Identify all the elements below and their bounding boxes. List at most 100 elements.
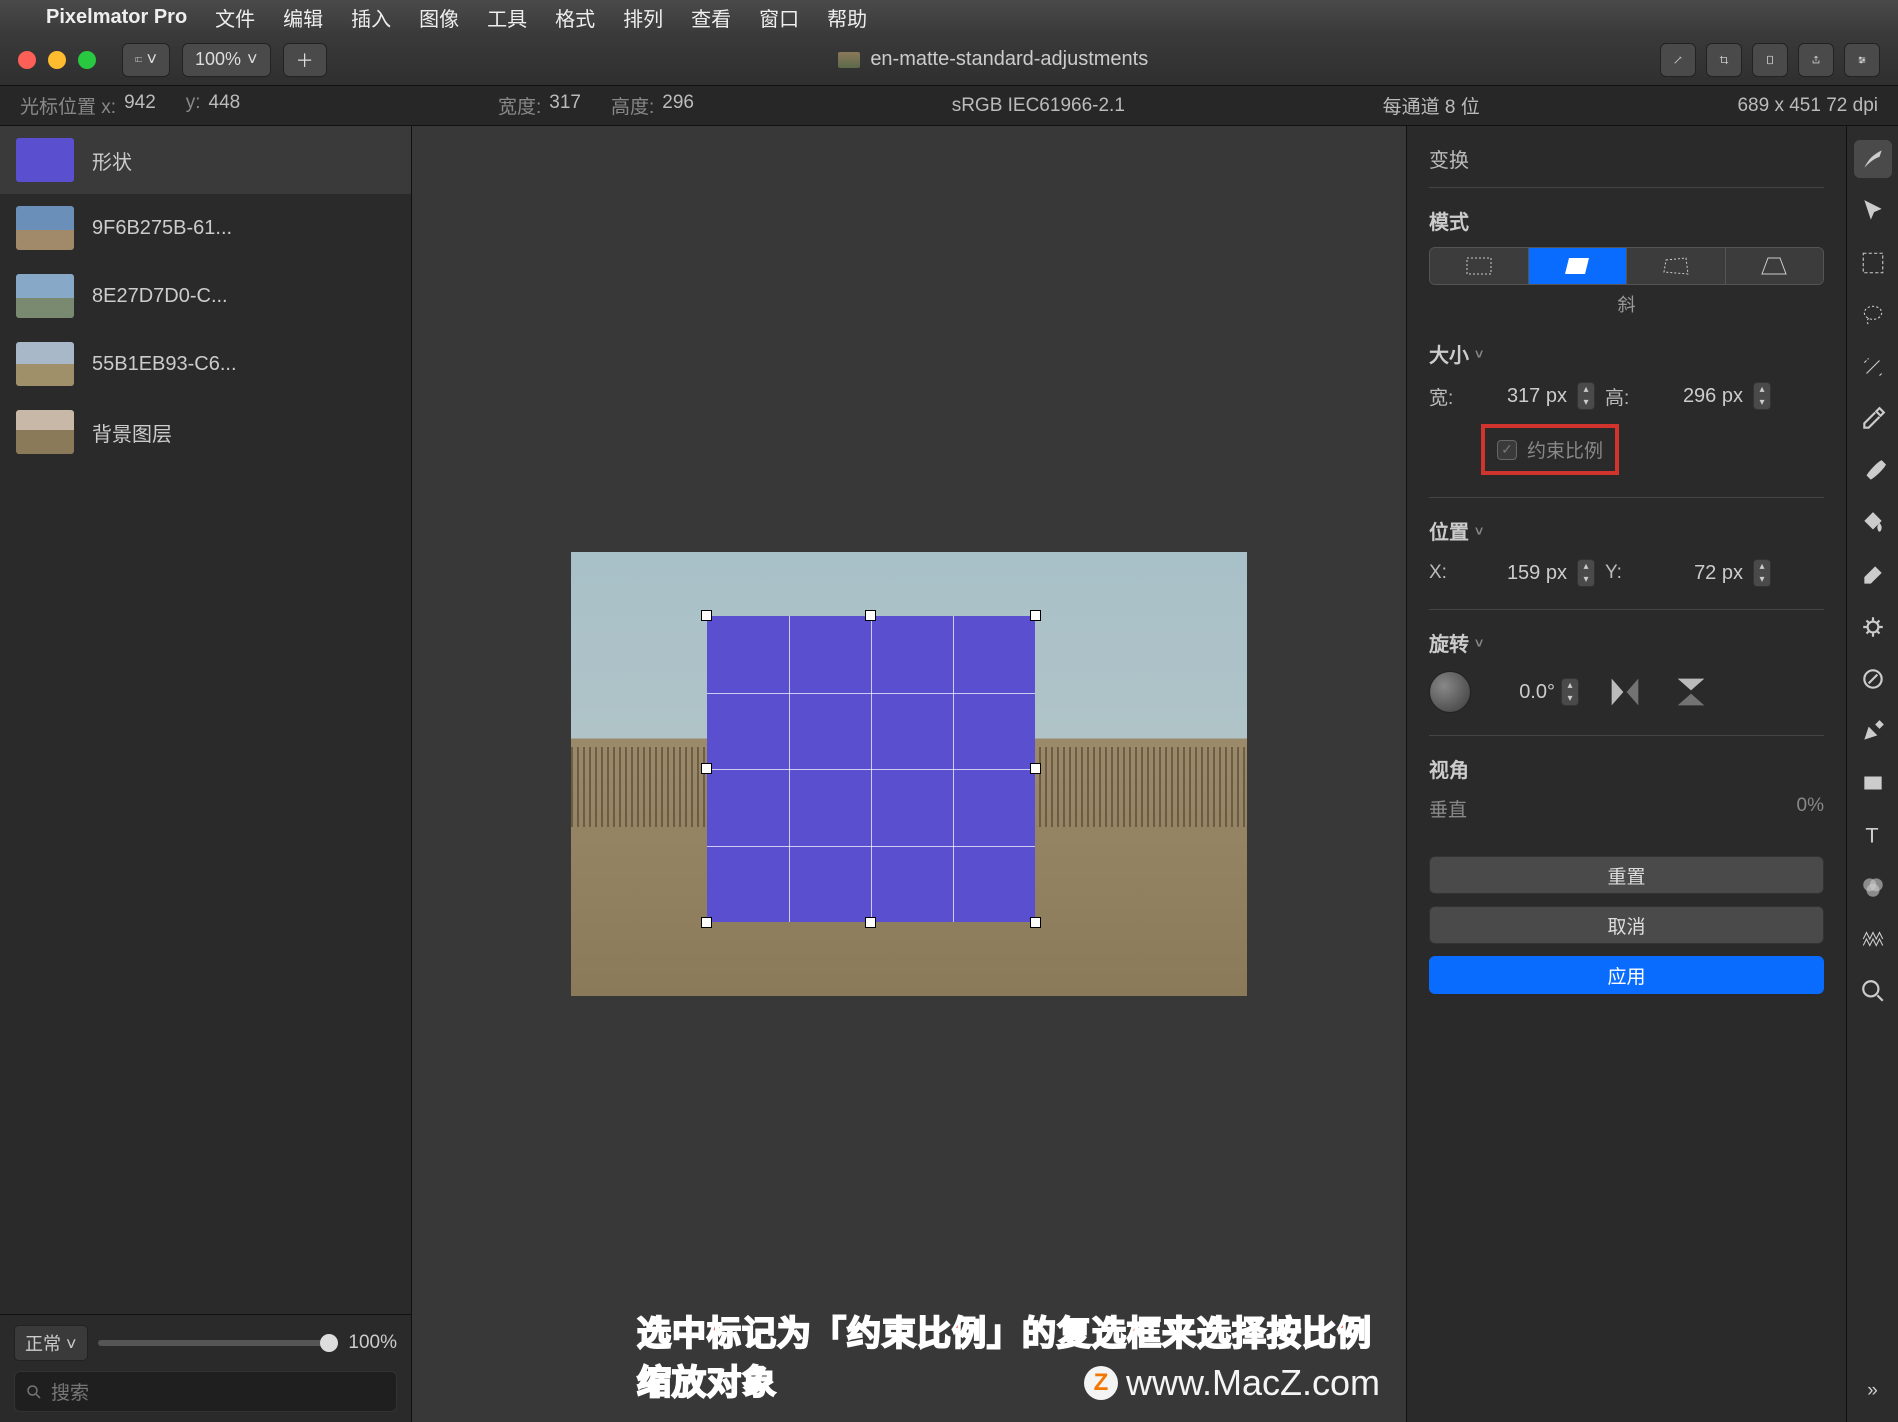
- magic-wand-tool[interactable]: [1854, 348, 1892, 386]
- menu-help[interactable]: 帮助: [827, 3, 867, 32]
- text-tool[interactable]: T: [1854, 816, 1892, 854]
- menu-edit[interactable]: 编辑: [283, 3, 323, 32]
- cursor-x-value: 942: [124, 92, 156, 119]
- resize-handle-nw[interactable]: [701, 610, 712, 621]
- layer-search[interactable]: 搜索: [14, 1371, 397, 1412]
- layer-thumb: [16, 274, 74, 318]
- sidebar-toggle-button[interactable]: ˅: [122, 43, 170, 77]
- menu-tools[interactable]: 工具: [487, 3, 527, 32]
- flip-vertical-button[interactable]: [1671, 672, 1711, 712]
- marquee-tool[interactable]: [1854, 244, 1892, 282]
- rotation-dial[interactable]: [1429, 671, 1471, 713]
- y-stepper[interactable]: ▴▾: [1753, 559, 1771, 587]
- add-button[interactable]: ＋: [283, 43, 327, 77]
- arrow-tool[interactable]: [1854, 192, 1892, 230]
- constrain-proportions-checkbox[interactable]: ✓: [1497, 440, 1517, 460]
- size-section-title[interactable]: 大小˅: [1429, 339, 1824, 368]
- cancel-button[interactable]: 取消: [1429, 906, 1824, 944]
- blend-mode-select[interactable]: 正常 ˅: [14, 1325, 88, 1361]
- mode-perspective[interactable]: [1726, 248, 1824, 284]
- settings-button[interactable]: [1844, 43, 1880, 77]
- height-stepper[interactable]: ▴▾: [1753, 382, 1771, 410]
- rotate-section-title[interactable]: 旋转˅: [1429, 628, 1824, 657]
- selected-shape[interactable]: [707, 616, 1035, 922]
- height-input[interactable]: 296 px: [1655, 385, 1743, 408]
- sel-height-label: 高度:: [611, 92, 654, 119]
- window-maximize-button[interactable]: [78, 51, 96, 69]
- repair-tool[interactable]: [1854, 608, 1892, 646]
- mode-free[interactable]: [1430, 248, 1529, 284]
- layer-item[interactable]: 背景图层: [0, 398, 411, 466]
- zoom-tool[interactable]: [1854, 972, 1892, 1010]
- layer-name: 形状: [92, 146, 132, 175]
- color-adjust-tool[interactable]: [1854, 868, 1892, 906]
- resize-handle-e[interactable]: [1030, 763, 1041, 774]
- share-button[interactable]: [1798, 43, 1834, 77]
- menu-format[interactable]: 格式: [555, 3, 595, 32]
- flip-horizontal-button[interactable]: [1605, 672, 1645, 712]
- menu-view[interactable]: 查看: [691, 3, 731, 32]
- menu-window[interactable]: 窗口: [759, 3, 799, 32]
- zoom-select[interactable]: 100%˅: [182, 43, 271, 77]
- y-input[interactable]: 72 px: [1655, 562, 1743, 585]
- resize-handle-n[interactable]: [865, 610, 876, 621]
- angle-input[interactable]: 0.0°: [1497, 681, 1555, 704]
- layer-item[interactable]: 9F6B275B-61...: [0, 194, 411, 262]
- menu-insert[interactable]: 插入: [351, 3, 391, 32]
- tutorial-annotation: 选中标记为「约束比例」的复选框来选择按比例缩放对象: [637, 1306, 1406, 1404]
- effects-tool[interactable]: [1854, 920, 1892, 958]
- mode-skew[interactable]: [1529, 248, 1628, 284]
- width-input[interactable]: 317 px: [1479, 385, 1567, 408]
- sel-width-value: 317: [549, 92, 581, 119]
- app-name[interactable]: Pixelmator Pro: [46, 6, 187, 29]
- mode-distort[interactable]: [1627, 248, 1726, 284]
- window-close-button[interactable]: [18, 51, 36, 69]
- reset-button[interactable]: 重置: [1429, 856, 1824, 894]
- resize-handle-s[interactable]: [865, 917, 876, 928]
- color-profile: sRGB IEC61966-2.1: [952, 95, 1125, 117]
- angle-stepper[interactable]: ▴▾: [1561, 678, 1579, 706]
- x-stepper[interactable]: ▴▾: [1577, 559, 1595, 587]
- cursor-y-value: 448: [209, 92, 241, 119]
- rectangle-tool[interactable]: [1854, 764, 1892, 802]
- menu-arrange[interactable]: 排列: [623, 3, 663, 32]
- window-minimize-button[interactable]: [48, 51, 66, 69]
- transform-mode-segment[interactable]: [1429, 247, 1824, 285]
- width-stepper[interactable]: ▴▾: [1577, 382, 1595, 410]
- inspector-panel: 变换 模式 斜 大小˅ 宽: 317 px ▴▾ 高: 296 px ▴▾: [1406, 126, 1846, 1422]
- apply-button[interactable]: 应用: [1429, 956, 1824, 994]
- page-button[interactable]: [1752, 43, 1788, 77]
- opacity-slider[interactable]: [98, 1340, 339, 1346]
- resize-handle-sw[interactable]: [701, 917, 712, 928]
- fill-tool[interactable]: [1854, 504, 1892, 542]
- eraser-tool[interactable]: [1854, 556, 1892, 594]
- eyedropper-tool[interactable]: [1854, 400, 1892, 438]
- brush-tool[interactable]: [1854, 452, 1892, 490]
- bit-depth: 每通道 8 位: [1383, 92, 1480, 119]
- canvas[interactable]: [571, 552, 1247, 996]
- pen-tool[interactable]: [1854, 712, 1892, 750]
- layer-item[interactable]: 8E27D7D0-C...: [0, 262, 411, 330]
- resize-handle-ne[interactable]: [1030, 610, 1041, 621]
- auto-enhance-button[interactable]: [1660, 43, 1696, 77]
- layer-name: 8E27D7D0-C...: [92, 285, 228, 308]
- expand-tools-button[interactable]: »: [1854, 1372, 1892, 1410]
- menu-file[interactable]: 文件: [215, 3, 255, 32]
- lasso-tool[interactable]: [1854, 296, 1892, 334]
- layer-item[interactable]: 形状: [0, 126, 411, 194]
- position-section-title[interactable]: 位置˅: [1429, 516, 1824, 545]
- canvas-area[interactable]: 选中标记为「约束比例」的复选框来选择按比例缩放对象 Zwww.MacZ.com: [412, 126, 1406, 1422]
- shape-tool[interactable]: [1854, 660, 1892, 698]
- resize-handle-se[interactable]: [1030, 917, 1041, 928]
- menu-image[interactable]: 图像: [419, 3, 459, 32]
- x-input[interactable]: 159 px: [1479, 562, 1567, 585]
- perspective-section-title: 视角: [1429, 754, 1824, 783]
- width-label: 宽:: [1429, 383, 1469, 410]
- resize-handle-w[interactable]: [701, 763, 712, 774]
- layer-name: 9F6B275B-61...: [92, 217, 232, 240]
- cursor-x-label: 光标位置 x:: [20, 92, 116, 119]
- style-tool[interactable]: [1854, 140, 1892, 178]
- crop-button[interactable]: [1706, 43, 1742, 77]
- layer-item[interactable]: 55B1EB93-C6...: [0, 330, 411, 398]
- window-controls: [18, 51, 96, 69]
